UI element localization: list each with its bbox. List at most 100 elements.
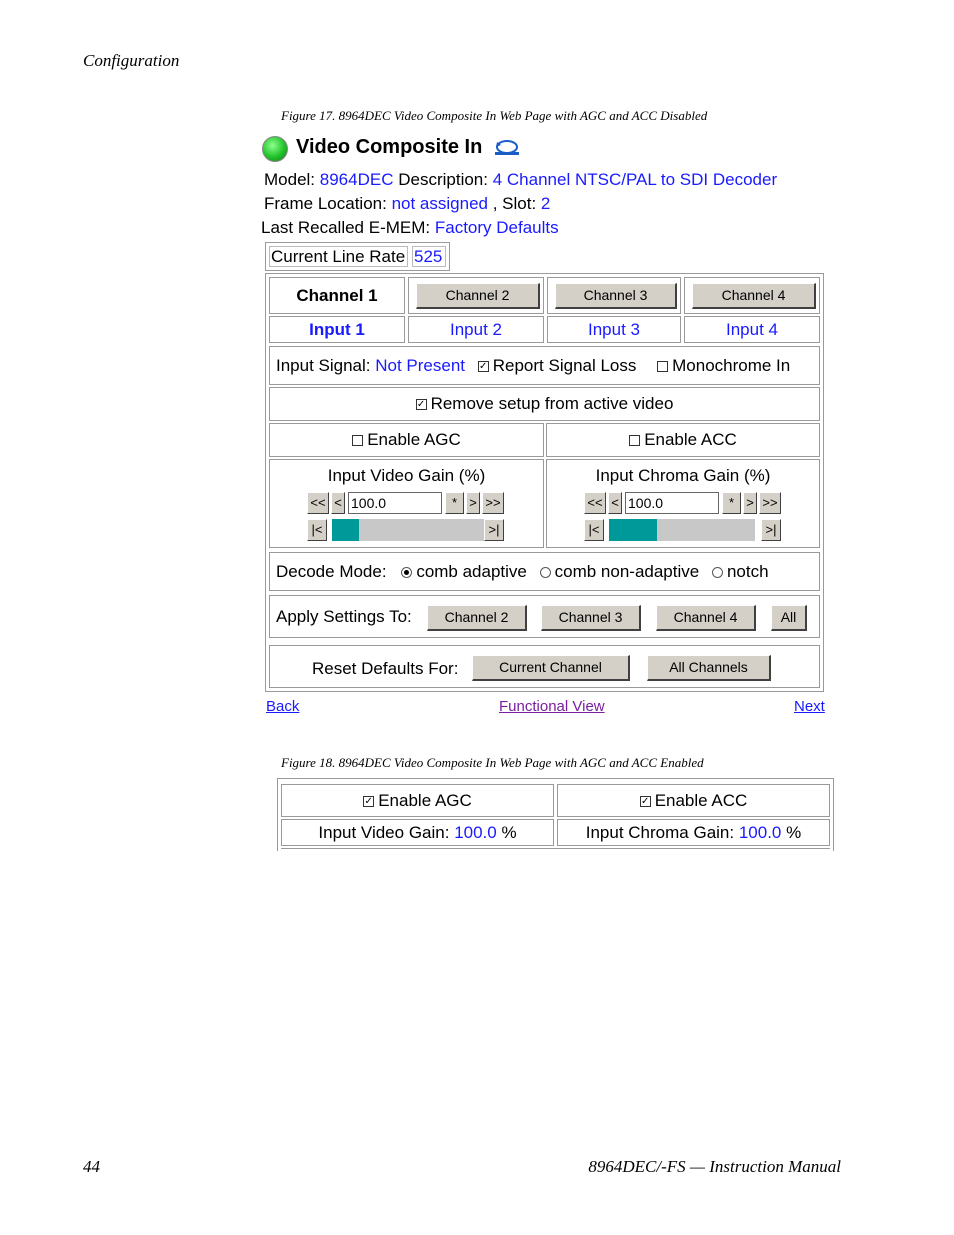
chroma-gain-title: Input Chroma Gain (%) — [595, 466, 771, 485]
frame-location-label: Frame Location: — [264, 194, 387, 213]
apply-settings-label: Apply Settings To: — [276, 607, 412, 626]
input-3: Input 3 — [547, 316, 681, 343]
video-gain-dec-fast-button[interactable]: << — [307, 492, 329, 514]
fig18-video-gain-cell: Input Video Gain: 100.0 % — [281, 819, 554, 846]
fig18-video-gain-label: Input Video Gain: — [318, 823, 450, 842]
fig18-chroma-gain-unit: % — [786, 823, 802, 842]
decode-mode-comb-non-adaptive-radio[interactable]: comb non-adaptive — [539, 562, 699, 581]
radio-unselected-icon — [711, 567, 723, 579]
reset-defaults-label: Reset Defaults For: — [312, 659, 459, 678]
manual-title: 8964DEC/-FS — Instruction Manual — [588, 1157, 841, 1176]
apply-channel-2-button[interactable]: Channel 2 — [427, 605, 527, 631]
next-link[interactable]: Next — [794, 698, 825, 715]
tab-channel-1[interactable]: Channel 1 — [269, 277, 405, 314]
fig18-video-gain-unit: % — [501, 823, 517, 842]
tab-channel-2[interactable]: Channel 2 — [416, 283, 540, 309]
enable-agc-checkbox[interactable]: Enable AGC — [269, 423, 544, 457]
tab-channel-4-cell: Channel 4 — [684, 277, 820, 314]
apply-channel-4-button[interactable]: Channel 4 — [656, 605, 756, 631]
report-signal-loss-checkbox[interactable]: ✓ Report Signal Loss — [477, 356, 636, 375]
decode-mode-row: Decode Mode: comb adaptive comb non-adap… — [269, 552, 820, 591]
tab-channel-3-cell: Channel 3 — [547, 277, 681, 314]
emem-value: Factory Defaults — [434, 218, 559, 237]
chroma-gain-star-button[interactable]: * — [722, 492, 741, 514]
chroma-gain-dec-button[interactable]: < — [608, 492, 622, 514]
figure-18-caption: Figure 18. 8964DEC Video Composite In We… — [281, 755, 704, 770]
video-gain-slider-fill[interactable] — [332, 519, 359, 541]
chroma-gain-dec-fast-button[interactable]: << — [584, 492, 606, 514]
functional-view-link[interactable]: Functional View — [499, 698, 605, 715]
fig18-enable-acc-label: Enable ACC — [654, 791, 748, 810]
model-label: Model: — [264, 170, 316, 189]
chroma-gain-min-button[interactable]: |< — [584, 519, 604, 541]
line-rate-value: 525 — [412, 246, 446, 267]
tab-channel-4[interactable]: Channel 4 — [692, 283, 816, 309]
video-gain-input[interactable]: 100.0 — [348, 492, 442, 514]
monochrome-in-checkbox[interactable]: Monochrome In — [657, 356, 790, 375]
remove-setup-label: Remove setup from active video — [430, 394, 674, 413]
notch-label: notch — [726, 562, 769, 581]
input-signal-value: Not Present — [375, 356, 466, 375]
enable-acc-checkbox[interactable]: Enable ACC — [546, 423, 820, 457]
radio-selected-icon — [401, 567, 413, 579]
enable-acc-box-icon — [629, 435, 641, 447]
page-title: Video Composite In — [296, 136, 483, 158]
enable-agc-label: Enable AGC — [367, 430, 461, 449]
video-gain-slider-track[interactable] — [332, 519, 492, 541]
input-signal-row: Input Signal: Not Present ✓ Report Signal… — [269, 346, 820, 385]
decode-mode-comb-adaptive-radio[interactable]: comb adaptive — [401, 562, 527, 581]
fig18-enable-acc-check-icon: ✓ — [639, 796, 651, 808]
reset-defaults-row: Reset Defaults For: Current Channel All … — [269, 645, 820, 688]
chroma-gain-inc-fast-button[interactable]: >> — [759, 492, 781, 514]
video-gain-star-button[interactable]: * — [445, 492, 464, 514]
input-signal-label: Input Signal: — [276, 356, 371, 375]
fig18-chroma-gain-cell: Input Chroma Gain: 100.0 % — [557, 819, 830, 846]
section-header: Configuration — [83, 51, 180, 70]
reset-all-channels-button[interactable]: All Channels — [647, 655, 771, 681]
chroma-gain-inc-button[interactable]: > — [743, 492, 757, 514]
monochrome-in-box-icon — [657, 361, 669, 373]
chroma-gain-input[interactable]: 100.0 — [625, 492, 719, 514]
video-gain-dec-button[interactable]: < — [331, 492, 345, 514]
fig18-chroma-gain-value: 100.0 — [738, 823, 782, 842]
apply-all-button[interactable]: All — [771, 605, 807, 631]
description-label: Description: — [398, 170, 488, 189]
decode-mode-notch-radio[interactable]: notch — [711, 562, 769, 581]
report-signal-loss-check-icon: ✓ — [477, 361, 489, 373]
input-2: Input 2 — [408, 316, 544, 343]
slot-value: 2 — [540, 194, 551, 213]
chroma-gain-slider-fill[interactable] — [609, 519, 657, 541]
tab-channel-3[interactable]: Channel 3 — [555, 283, 677, 309]
remove-setup-checkbox[interactable]: ✓ Remove setup from active video — [269, 387, 820, 421]
emem-label: Last Recalled E-MEM: — [261, 218, 431, 237]
reset-current-channel-button[interactable]: Current Channel — [472, 655, 630, 681]
description-value: 4 Channel NTSC/PAL to SDI Decoder — [492, 170, 778, 189]
chroma-gain-slider-track[interactable] — [609, 519, 755, 541]
radio-unselected-icon — [539, 567, 551, 579]
model-value: 8964DEC — [319, 170, 394, 189]
apply-channel-3-button[interactable]: Channel 3 — [541, 605, 641, 631]
video-gain-inc-fast-button[interactable]: >> — [482, 492, 504, 514]
refresh-icon[interactable] — [495, 138, 519, 161]
frame-location-value: not assigned — [391, 194, 488, 213]
chroma-gain-max-button[interactable]: >| — [761, 519, 781, 541]
chroma-gain-control: Input Chroma Gain (%) << < 100.0 * > >> … — [546, 459, 820, 548]
page-number: 44 — [83, 1157, 100, 1176]
slot-label: , Slot: — [492, 194, 537, 213]
video-gain-max-button[interactable]: >| — [484, 519, 504, 541]
video-gain-min-button[interactable]: |< — [307, 519, 327, 541]
fig18-divider — [281, 848, 830, 849]
video-gain-title: Input Video Gain (%) — [327, 466, 486, 485]
status-indicator-icon — [262, 136, 288, 162]
tab-channel-2-cell: Channel 2 — [408, 277, 544, 314]
fig18-enable-acc-checkbox[interactable]: ✓ Enable ACC — [557, 784, 830, 817]
enable-acc-label: Enable ACC — [644, 430, 737, 449]
remove-setup-check-icon: ✓ — [415, 399, 427, 411]
enable-agc-box-icon — [352, 435, 364, 447]
fig18-enable-agc-checkbox[interactable]: ✓ Enable AGC — [281, 784, 554, 817]
back-link[interactable]: Back — [266, 698, 299, 715]
figure-17-caption: Figure 17. 8964DEC Video Composite In We… — [281, 108, 708, 123]
video-gain-inc-button[interactable]: > — [466, 492, 480, 514]
fig18-enable-agc-check-icon: ✓ — [363, 796, 375, 808]
fig18-video-gain-value: 100.0 — [454, 823, 497, 842]
